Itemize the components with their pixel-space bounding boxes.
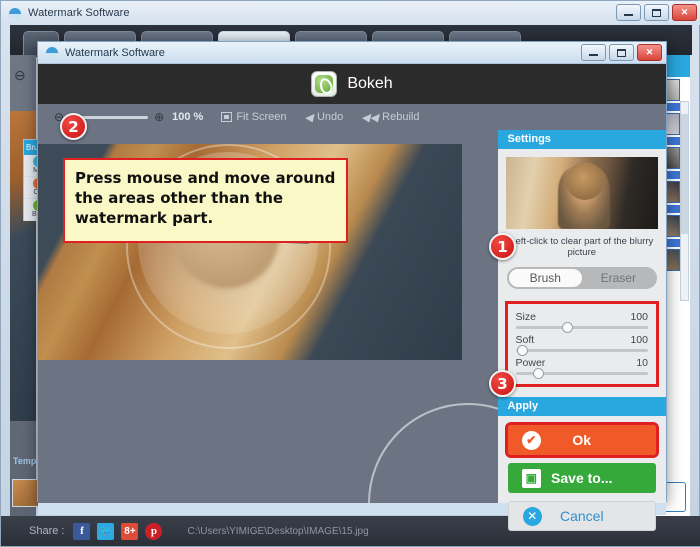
zoom-in-icon[interactable]: ⊕ (154, 110, 164, 124)
settings-panel: Settings Left-click to clear part of the… (497, 130, 666, 531)
facebook-icon[interactable]: f (73, 522, 91, 540)
fit-screen-icon (221, 112, 233, 122)
background-titlebar: Watermark Software ✕ (1, 1, 700, 25)
slider-size-knob[interactable] (561, 322, 573, 333)
slider-soft-track[interactable] (515, 345, 648, 356)
slider-power[interactable]: Power 10 (515, 357, 648, 379)
slider-soft[interactable]: Soft 100 (515, 334, 648, 356)
dialog-close-button[interactable]: ✕ (637, 44, 662, 61)
bokeh-icon (311, 71, 338, 97)
image-canvas[interactable]: Press mouse and move around the areas ot… (38, 130, 498, 503)
slider-soft-knob[interactable] (516, 345, 528, 356)
background-window-controls: ✕ (616, 4, 697, 21)
thumbnail-scrollbar[interactable] (680, 101, 689, 301)
undo-label: Undo (316, 111, 344, 123)
step-badge-3: 3 (489, 370, 516, 397)
floppy-icon: ▣ (521, 468, 541, 488)
fit-screen-button[interactable]: Fit Screen (221, 111, 286, 123)
effect-preview-image (505, 157, 658, 229)
dialog-title: Watermark Software (65, 46, 165, 59)
app-logo-icon (8, 7, 22, 20)
slider-size-track[interactable] (515, 322, 648, 333)
check-circle-icon: ✔ (521, 430, 541, 450)
bokeh-dialog: Watermark Software ✕ Bokeh ⊖ ⊕ 100 % Fit… (37, 41, 667, 531)
canvas-toolbar: ⊖ ⊕ 100 % Fit Screen ◀ Undo ◀◀ Rebuild (38, 104, 666, 130)
slider-soft-value: 100 (630, 334, 648, 346)
slider-power-knob[interactable] (532, 368, 544, 379)
dialog-window-controls: ✕ (581, 44, 662, 61)
background-maximize-button[interactable] (644, 4, 669, 21)
preview-face (565, 162, 604, 200)
step-badge-2: 2 (60, 113, 87, 140)
dialog-body: Press mouse and move around the areas ot… (38, 130, 666, 531)
step-badge-1: 1 (489, 233, 516, 260)
slider-power-track[interactable] (515, 368, 648, 379)
undo-button[interactable]: ◀ Undo (304, 111, 343, 124)
slider-size[interactable]: Size 100 (515, 311, 648, 333)
apply-header: Apply (497, 397, 666, 416)
toggle-brush[interactable]: Brush (508, 269, 582, 287)
dialog-minimize-button[interactable] (581, 44, 606, 61)
twitter-icon[interactable]: 🐦 (97, 522, 115, 540)
dialog-header: Bokeh (38, 64, 666, 104)
rebuild-button[interactable]: ◀◀ Rebuild (361, 111, 419, 124)
settings-header: Settings (497, 130, 666, 149)
fit-screen-label: Fit Screen (236, 111, 287, 123)
file-path-label: C:\Users\YIMIGE\Desktop\IMAGE\15.jpg (187, 525, 369, 537)
zoom-level-label: 100 % (172, 111, 204, 123)
settings-hint: Left-click to clear part of the blurry p… (510, 236, 654, 258)
slider-power-value: 10 (636, 357, 648, 369)
dialog-maximize-button[interactable] (609, 44, 634, 61)
dialog-titlebar: Watermark Software ✕ (38, 42, 666, 64)
pinterest-icon[interactable]: p (145, 522, 163, 540)
slider-size-label: Size (515, 311, 536, 323)
cancel-button[interactable]: ✕ Cancel (507, 501, 656, 531)
background-minimize-button[interactable] (616, 4, 641, 21)
undo-icon: ◀ (304, 111, 313, 124)
zoom-out-icon[interactable]: ⊖ (14, 67, 26, 84)
rebuild-label: Rebuild (382, 111, 420, 123)
x-circle-icon: ✕ (522, 506, 542, 526)
app-logo-icon (45, 46, 59, 59)
decorative-arc (367, 403, 498, 503)
share-label: Share : (29, 525, 65, 537)
brush-sliders-group: Size 100 Soft 100 Power 10 (504, 301, 659, 387)
slider-power-label: Power (515, 357, 546, 369)
slider-size-value: 100 (630, 311, 648, 323)
instruction-callout: Press mouse and move around the areas ot… (63, 158, 348, 243)
background-close-button[interactable]: ✕ (672, 4, 697, 21)
toggle-eraser[interactable]: Eraser (582, 269, 655, 287)
page-title: Bokeh (347, 75, 393, 92)
background-window-title: Watermark Software (28, 7, 130, 19)
googleplus-icon[interactable]: 8+ (121, 522, 139, 540)
brush-eraser-toggle[interactable]: Brush Eraser (506, 267, 657, 289)
slider-soft-label: Soft (515, 334, 535, 346)
save-to-button[interactable]: ▣ Save to... (507, 463, 656, 493)
instruction-text: Press mouse and move around the areas ot… (75, 169, 336, 227)
rebuild-icon: ◀◀ (361, 111, 379, 124)
screenshot-root: Watermark Software ✕ ↶ ↷ ▭ ▤ (0, 0, 700, 547)
ok-button[interactable]: ✔ Ok (504, 422, 659, 458)
